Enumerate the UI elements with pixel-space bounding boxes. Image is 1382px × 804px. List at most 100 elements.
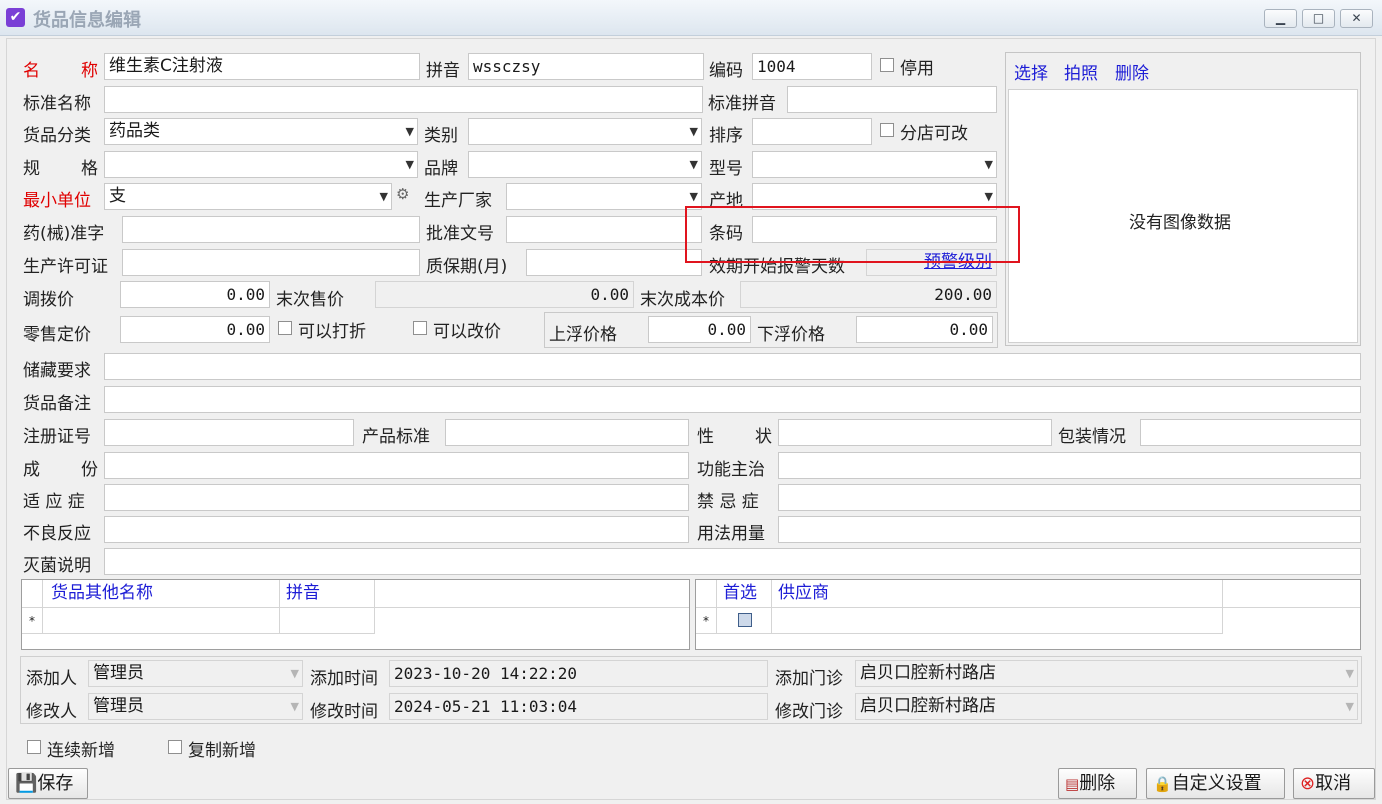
photo-area[interactable]: 没有图像数据 xyxy=(1008,89,1358,343)
mod-user-label: 修改人 xyxy=(26,702,77,722)
grid-filler xyxy=(1223,580,1360,608)
branch-editable-label: 分店可改 xyxy=(900,124,968,144)
alias-pinyin-header[interactable]: 拼音 xyxy=(280,580,375,608)
alias-grid[interactable]: 货品其他名称 拼音 * xyxy=(21,579,690,650)
storage-label: 储藏要求 xyxy=(23,361,91,381)
type-label: 类别 xyxy=(424,126,458,146)
license-input[interactable] xyxy=(122,249,420,276)
package-input[interactable] xyxy=(1140,419,1361,446)
property-input[interactable] xyxy=(778,419,1052,446)
copy-add-checkbox[interactable] xyxy=(168,740,182,754)
preferred-cell[interactable] xyxy=(717,608,772,634)
code-label: 编码 xyxy=(709,61,743,81)
std-pinyin-input[interactable] xyxy=(787,86,997,113)
shelf-life-input[interactable] xyxy=(526,249,702,276)
property-label-1: 性 xyxy=(697,427,714,447)
shelf-life-label: 质保期(月) xyxy=(426,257,508,277)
adverse-reaction-input[interactable] xyxy=(104,516,689,543)
allow-discount-checkbox[interactable] xyxy=(278,321,292,335)
add-clinic-value: 启贝口腔新村路店 xyxy=(860,663,996,683)
grid-filler xyxy=(375,580,689,608)
product-std-input[interactable] xyxy=(445,419,689,446)
category-select[interactable]: 药品类 ▼ xyxy=(104,118,418,145)
gear-icon[interactable]: ⚙ xyxy=(396,185,409,203)
name-input[interactable]: 维生素C注射液 xyxy=(104,53,420,80)
branch-editable-checkbox[interactable] xyxy=(880,123,894,137)
reg-no-input[interactable] xyxy=(104,419,354,446)
unit-label: 最小单位 xyxy=(23,191,91,211)
minimize-button[interactable]: ▁ xyxy=(1264,9,1297,28)
order-input[interactable] xyxy=(752,118,872,145)
window-title: 货品信息编辑 xyxy=(33,10,141,31)
custom-settings-button[interactable]: 🔒自定义设置 xyxy=(1146,768,1285,799)
usage-input[interactable] xyxy=(778,516,1361,543)
supplier-header[interactable]: 供应商 xyxy=(772,580,1223,608)
continuous-add-checkbox[interactable] xyxy=(27,740,41,754)
type-select[interactable]: ▼ xyxy=(468,118,702,145)
function-input[interactable] xyxy=(778,452,1361,479)
approval-input[interactable] xyxy=(122,216,420,243)
transfer-price-label: 调拨价 xyxy=(23,290,74,310)
supplier-cell[interactable] xyxy=(772,608,1223,634)
brand-select[interactable]: ▼ xyxy=(468,151,702,178)
save-button[interactable]: 💾保存 xyxy=(8,768,88,799)
up-price-label: 上浮价格 xyxy=(549,325,617,345)
delete-icon: ▤ xyxy=(1065,775,1080,793)
maker-select[interactable]: ▼ xyxy=(506,183,702,210)
supplier-grid[interactable]: 首选 供应商 * xyxy=(695,579,1361,650)
photo-shoot-link[interactable]: 拍照 xyxy=(1064,59,1098,84)
dropdown-arrow-icon: ▼ xyxy=(405,125,414,138)
close-button[interactable]: ✕ xyxy=(1340,9,1373,28)
mod-user-value: 管理员 xyxy=(93,696,144,716)
alias-name-cell[interactable] xyxy=(43,608,280,634)
allow-price-change-checkbox[interactable] xyxy=(413,321,427,335)
custom-settings-label: 自定义设置 xyxy=(1171,773,1262,794)
spec-select[interactable]: ▼ xyxy=(104,151,418,178)
dropdown-arrow-icon: ▼ xyxy=(689,125,698,138)
std-name-input[interactable] xyxy=(104,86,703,113)
code-input[interactable]: 1004 xyxy=(752,53,872,80)
pinyin-input[interactable]: wssczsy xyxy=(468,53,704,80)
dropdown-arrow-icon: ▼ xyxy=(379,190,388,203)
ingredient-label-1: 成 xyxy=(23,460,40,480)
product-std-label: 产品标准 xyxy=(362,427,430,447)
down-price-label: 下浮价格 xyxy=(757,325,825,345)
approval-doc-input[interactable] xyxy=(506,216,702,243)
unit-value: 支 xyxy=(109,186,126,206)
delete-button[interactable]: ▤删除 xyxy=(1058,768,1137,799)
allow-discount-label: 可以打折 xyxy=(298,322,366,342)
transfer-price-input[interactable]: 0.00 xyxy=(120,281,270,308)
preferred-header[interactable]: 首选 xyxy=(717,580,772,608)
unit-select[interactable]: 支 ▼ xyxy=(104,183,392,210)
down-price-input[interactable]: 0.00 xyxy=(856,316,993,343)
adverse-reaction-label: 不良反应 xyxy=(23,524,91,544)
ingredient-input[interactable] xyxy=(104,452,689,479)
photo-delete-link[interactable]: 删除 xyxy=(1115,59,1149,84)
sterile-input[interactable] xyxy=(104,548,1361,575)
indication-label: 适 应 症 xyxy=(23,492,85,512)
add-user-value: 管理员 xyxy=(93,663,144,683)
model-select[interactable]: ▼ xyxy=(752,151,997,178)
add-clinic-label: 添加门诊 xyxy=(775,669,843,689)
photo-select-link[interactable]: 选择 xyxy=(1014,59,1048,84)
retail-price-input[interactable]: 0.00 xyxy=(120,316,270,343)
goods-note-input[interactable] xyxy=(104,386,1361,413)
photo-panel: 选择 拍照 删除 没有图像数据 xyxy=(1005,52,1361,346)
mod-time-label: 修改时间 xyxy=(310,702,378,722)
cancel-button-label: 取消 xyxy=(1315,773,1352,794)
alias-pinyin-cell[interactable] xyxy=(280,608,375,634)
disabled-checkbox[interactable] xyxy=(880,58,894,72)
indication-input[interactable] xyxy=(104,484,689,511)
alias-name-header[interactable]: 货品其他名称 xyxy=(43,580,280,608)
save-icon: 💾 xyxy=(15,773,38,794)
contraindication-input[interactable] xyxy=(778,484,1361,511)
cancel-button[interactable]: ⊗取消 xyxy=(1293,768,1375,799)
usage-label: 用法用量 xyxy=(697,524,765,544)
last-cost-price-label: 末次成本价 xyxy=(640,290,725,310)
preferred-checkbox[interactable] xyxy=(738,613,752,627)
last-cost-price-field: 200.00 xyxy=(740,281,997,308)
property-label-2: 状 xyxy=(755,427,772,447)
storage-input[interactable] xyxy=(104,353,1361,380)
up-price-input[interactable]: 0.00 xyxy=(648,316,751,343)
maximize-button[interactable]: □ xyxy=(1302,9,1335,28)
